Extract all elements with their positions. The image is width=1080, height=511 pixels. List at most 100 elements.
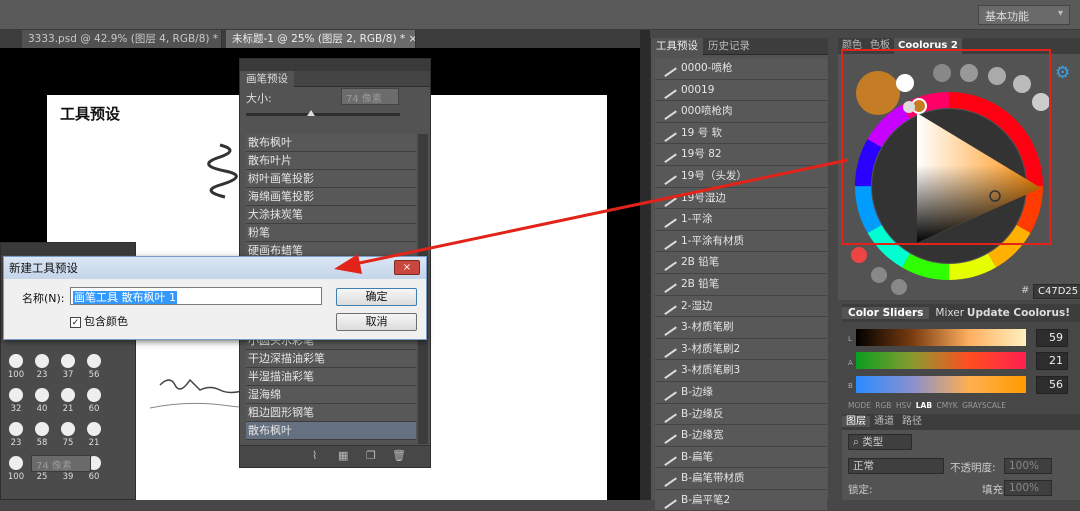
tool-preset-label: 0000-喷枪 xyxy=(681,62,733,74)
checkbox-mark[interactable]: ✓ xyxy=(70,317,81,328)
layer-filter-select[interactable]: ⌕ 类型 xyxy=(848,434,912,450)
size-slider[interactable] xyxy=(246,110,400,116)
search-icon: ⌕ xyxy=(853,436,859,448)
l-slider[interactable] xyxy=(856,329,1026,346)
tool-preset-label: 3-材质笔刷3 xyxy=(681,364,741,377)
tool-preset-item[interactable]: 19 号 软 xyxy=(655,122,827,145)
tab-history[interactable]: 历史记录 xyxy=(703,38,755,55)
tool-preset-item[interactable]: 3-材质笔刷3 xyxy=(655,360,827,382)
tool-preset-label: B-扁笔带材质 xyxy=(681,472,745,485)
hash-label: # xyxy=(1021,285,1030,296)
b-value[interactable]: 56 xyxy=(1036,376,1068,394)
brush-tip[interactable]: 23 xyxy=(29,351,55,385)
grid-icon[interactable]: ▦ xyxy=(338,450,350,462)
brush-icon xyxy=(659,405,677,423)
tool-preset-item[interactable]: 2-湿边 xyxy=(655,295,827,318)
a-value[interactable]: 21 xyxy=(1036,352,1068,370)
layers-panel: 图层 通道 路径 ⌕ 类型 正常 不透明度: 100% 锁定: 填充: 100% xyxy=(842,414,1080,500)
l-value[interactable]: 59 xyxy=(1036,329,1068,347)
tool-preset-item[interactable]: B-边缘反 xyxy=(655,403,827,426)
gear-icon[interactable]: ⚙ xyxy=(1055,63,1070,83)
slider-label: A xyxy=(848,359,853,367)
brush-icon xyxy=(659,383,677,401)
tab-layers[interactable]: 图层 xyxy=(842,416,870,427)
tab-color-sliders[interactable]: Color Sliders xyxy=(842,307,930,319)
tool-preset-item[interactable]: B-边缘 xyxy=(655,381,827,404)
close-icon[interactable]: × xyxy=(221,33,222,45)
brush-tip[interactable]: 100 xyxy=(3,453,29,487)
close-icon[interactable]: × xyxy=(409,33,416,45)
cancel-button[interactable]: 取消 xyxy=(336,313,417,331)
brush-icon xyxy=(659,59,677,78)
brush-tip[interactable]: 21 xyxy=(55,385,81,419)
tab-tool-presets[interactable]: 工具预设 xyxy=(651,38,703,55)
brush-tip[interactable]: 75 xyxy=(55,419,81,453)
panel-footer: ⌇ ▦ ❐ 🗑 xyxy=(240,445,430,467)
brush-tip[interactable]: 40 xyxy=(29,385,55,419)
slider-handle[interactable] xyxy=(307,110,315,116)
update-link[interactable]: Update Coolorus! xyxy=(961,304,1076,322)
name-label: 名称(N): xyxy=(22,292,65,305)
tab-channels[interactable]: 通道 xyxy=(870,416,898,427)
opacity-input[interactable]: 100% xyxy=(1004,458,1052,474)
hex-value[interactable]: C47D25 xyxy=(1033,284,1080,299)
stop-icon[interactable] xyxy=(891,279,907,295)
doc-tab-1[interactable]: 3333.psd @ 42.9% (图层 4, RGB/8) * × xyxy=(22,30,222,48)
tool-preset-label: B-扁笔 xyxy=(681,450,713,463)
prev-icon[interactable] xyxy=(871,267,887,283)
workspace-select[interactable]: 基本功能 xyxy=(978,5,1070,25)
include-color-checkbox[interactable]: ✓ 包含颜色 xyxy=(70,313,128,329)
tool-preset-item[interactable]: B-扁笔 xyxy=(655,446,827,469)
tab-brush-presets[interactable]: 画笔预设 xyxy=(240,71,294,87)
b-slider[interactable] xyxy=(856,376,1026,393)
brush-size-field[interactable]: 74 像素 xyxy=(31,455,91,472)
name-input[interactable]: 画笔工具 散布枫叶 1 xyxy=(70,287,322,305)
ok-button[interactable]: 确定 xyxy=(336,288,417,306)
panel-header[interactable] xyxy=(1,243,135,255)
tab-paths[interactable]: 路径 xyxy=(898,416,926,427)
brush-preset-item[interactable]: 干边深描油彩笔 xyxy=(246,350,416,368)
a-slider[interactable] xyxy=(856,352,1026,369)
tool-preset-label: 2-湿边 xyxy=(681,299,713,312)
tool-preset-label: 3-材质笔刷2 xyxy=(681,342,741,355)
tool-preset-item[interactable]: 3-材质笔刷2 xyxy=(655,338,827,361)
tool-preset-item[interactable]: B-扁平笔2 xyxy=(655,489,827,511)
brush-tip[interactable]: 58 xyxy=(29,419,55,453)
brush-preset-item[interactable]: 湿海绵 xyxy=(246,386,416,404)
tool-preset-item[interactable]: 000喷枪肉 xyxy=(655,101,827,123)
panel-header[interactable] xyxy=(240,59,430,71)
brush-tip[interactable]: 60 xyxy=(81,385,107,419)
tool-preset-item[interactable]: 0000-喷枪 xyxy=(655,58,827,80)
new-preset-icon[interactable]: ❐ xyxy=(366,450,378,462)
brush-preset-item[interactable]: 散布枫叶 xyxy=(246,422,416,440)
brush-tip[interactable]: 37 xyxy=(55,351,81,385)
tool-preset-item[interactable]: B-扁笔带材质 xyxy=(655,468,827,490)
brush-icon xyxy=(659,297,677,315)
fill-input[interactable]: 100% xyxy=(1004,480,1052,496)
color-mode-selector[interactable]: MODE RGB HSV LAB CMYK GRAYSCALE xyxy=(848,401,1006,410)
brush-preset-item[interactable]: 粗边圆形钢笔 xyxy=(246,404,416,422)
tool-preset-item[interactable]: 00019 xyxy=(655,79,827,102)
trash-icon[interactable]: 🗑 xyxy=(392,450,406,462)
doc-tab-2[interactable]: 未标题-1 @ 25% (图层 2, RGB/8) * × xyxy=(226,30,416,48)
fill-label: 填充: xyxy=(982,484,1007,496)
brush-tip[interactable]: 23 xyxy=(3,419,29,453)
blend-mode-select[interactable]: 正常 xyxy=(848,458,944,474)
brush-tip[interactable]: 100 xyxy=(3,351,29,385)
tool-preset-label: 19 号 软 xyxy=(681,126,723,139)
brush-tip[interactable]: 32 xyxy=(3,385,29,419)
size-label: 大小: xyxy=(246,92,272,105)
brush-icon xyxy=(659,427,677,445)
brush-tip[interactable]: 56 xyxy=(81,351,107,385)
size-input[interactable]: 74 像素 xyxy=(341,88,399,105)
brush-tip[interactable]: 21 xyxy=(81,419,107,453)
slider-label: L xyxy=(848,335,852,343)
canvas-heading: 工具预设 xyxy=(60,105,121,123)
toggle-brush-panel-icon[interactable]: ⌇ xyxy=(312,450,324,462)
tool-preset-label: B-边缘反 xyxy=(681,407,724,420)
doc-tab-label: 3333.psd @ 42.9% (图层 4, RGB/8) * xyxy=(28,33,219,45)
brush-preset-item[interactable]: 半湿描油彩笔 xyxy=(246,368,416,386)
tool-preset-item[interactable]: 3-材质笔刷 xyxy=(655,317,827,339)
tool-preset-item[interactable]: B-边缘宽 xyxy=(655,425,827,447)
brush-icon xyxy=(659,491,677,509)
